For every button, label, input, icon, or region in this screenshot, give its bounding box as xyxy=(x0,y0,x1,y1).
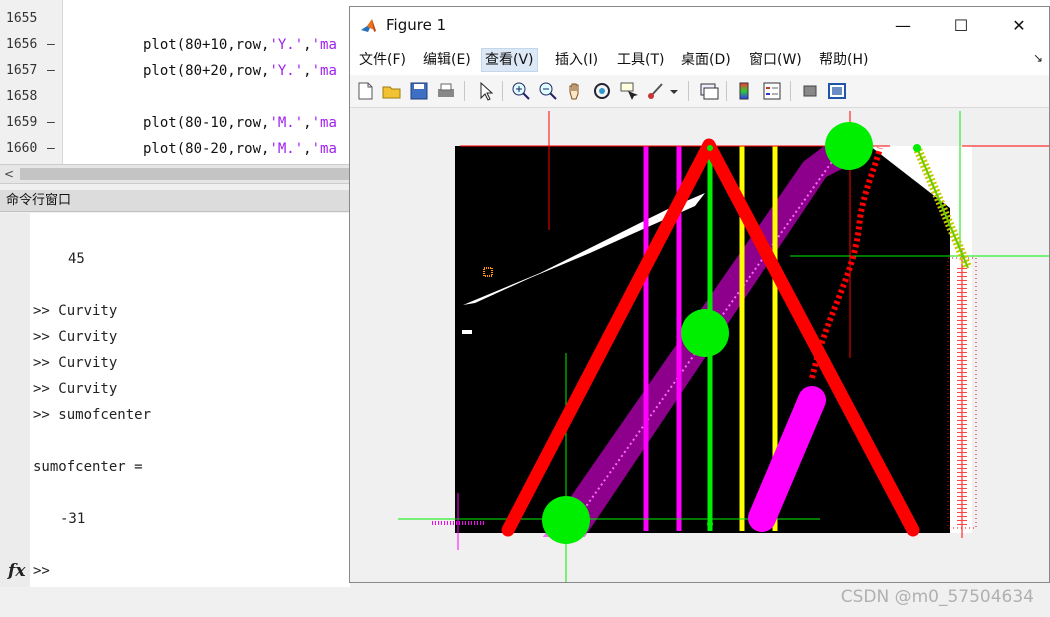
close-button[interactable]: ✕ xyxy=(996,7,1042,45)
command-window[interactable]: 45 >> Curvity >> Curvity >> Curvity >> C… xyxy=(0,213,350,587)
print-icon[interactable] xyxy=(435,80,457,102)
line-number: 1655 xyxy=(6,11,38,26)
code-token: plot(80+10,row, xyxy=(143,37,270,53)
open-file-icon[interactable] xyxy=(381,80,403,102)
code-string: 'ma xyxy=(311,63,337,79)
toolbar-separator xyxy=(464,81,465,101)
data-cursor-icon[interactable] xyxy=(618,80,640,102)
show-tools-icon[interactable] xyxy=(826,80,848,102)
colorbar-icon[interactable] xyxy=(734,80,756,102)
code-token: plot(80-20,row, xyxy=(143,141,270,157)
line-number: 1659 xyxy=(6,115,38,130)
menu-desktop[interactable]: 桌面(D) xyxy=(678,49,734,71)
code-text: plot(80-10,row,'M.','ma xyxy=(143,110,337,136)
fx-icon[interactable]: fx xyxy=(8,561,25,581)
code-token: plot(80-10,row, xyxy=(143,115,270,131)
history-line: >> Curvity xyxy=(33,329,118,345)
history-line: >> Curvity xyxy=(33,355,118,371)
rotate-3d-icon[interactable] xyxy=(591,80,613,102)
pointer-icon[interactable] xyxy=(474,80,496,102)
link-plot-icon[interactable] xyxy=(698,80,720,102)
code-string: 'Y.' xyxy=(269,37,304,53)
code-text: plot(80+10,row,'Y.','ma xyxy=(143,32,337,58)
hide-tools-icon[interactable] xyxy=(799,80,821,102)
figure-title-bar[interactable]: Figure 1 — ☐ ✕ xyxy=(350,7,1049,45)
line-number: 1656 xyxy=(6,37,38,52)
breakpoint-dash[interactable]: — xyxy=(47,136,55,162)
command-prompt[interactable]: >> xyxy=(33,563,50,579)
brush-icon[interactable] xyxy=(645,80,667,102)
menu-window[interactable]: 窗口(W) xyxy=(746,49,805,71)
green-dot xyxy=(707,145,713,151)
matlab-logo-icon xyxy=(360,17,378,35)
breakpoint-dash[interactable]: — xyxy=(47,58,55,84)
green-circle-middle xyxy=(681,309,729,357)
legend-icon[interactable] xyxy=(761,80,783,102)
save-icon[interactable] xyxy=(408,80,430,102)
scroll-left-icon[interactable]: < xyxy=(2,165,16,183)
code-string: 'M.' xyxy=(269,141,304,157)
command-window-gutter xyxy=(0,213,30,587)
figure-plot[interactable] xyxy=(350,108,1049,582)
line-number: 1657 xyxy=(6,63,38,78)
menu-help[interactable]: 帮助(H) xyxy=(816,49,871,71)
command-window-title: 命令行窗口 xyxy=(0,190,350,212)
figure-toolbar xyxy=(350,75,1049,108)
zoom-in-icon[interactable] xyxy=(510,80,532,102)
green-dot xyxy=(913,144,921,152)
breakpoint-dash[interactable]: — xyxy=(47,32,55,58)
toolbar-separator xyxy=(502,81,503,101)
code-token: , xyxy=(303,115,312,131)
green-circle-top xyxy=(825,122,873,170)
code-string: 'ma xyxy=(311,141,337,157)
minimize-button[interactable]: — xyxy=(880,7,926,45)
green-dot xyxy=(707,521,713,527)
image-left-dark xyxy=(455,148,462,283)
code-token: , xyxy=(303,37,312,53)
code-string: 'ma xyxy=(311,115,337,131)
code-text: plot(80+20,row,'Y.','ma xyxy=(143,58,337,84)
line-number: 1658 xyxy=(6,89,38,104)
breakpoint-dash[interactable]: — xyxy=(47,110,55,136)
code-string: 'ma xyxy=(311,37,337,53)
plot-area[interactable] xyxy=(350,108,1049,582)
code-string: 'M.' xyxy=(269,115,304,131)
watermark: CSDN @m0_57504634 xyxy=(840,587,1034,607)
menu-edit[interactable]: 编辑(E) xyxy=(420,49,474,71)
figure-title: Figure 1 xyxy=(386,16,447,34)
menu-insert[interactable]: 插入(I) xyxy=(552,49,601,71)
history-line: >> sumofcenter xyxy=(33,407,152,423)
image-left-edge xyxy=(455,278,463,533)
zoom-out-icon[interactable] xyxy=(537,80,559,102)
green-circle-bottom xyxy=(542,496,590,544)
toolbar-separator xyxy=(688,81,689,101)
line-number: 1660 xyxy=(6,141,38,156)
history-line: >> Curvity xyxy=(33,381,118,397)
menu-tools[interactable]: 工具(T) xyxy=(614,49,667,71)
history-line: >> Curvity xyxy=(33,303,118,319)
menu-view[interactable]: 查看(V) xyxy=(481,48,538,72)
toolbar-separator xyxy=(790,81,791,101)
figure-menu-bar: 文件(F) 编辑(E) 查看(V) 插入(I) 工具(T) 桌面(D) 窗口(W… xyxy=(350,45,1049,75)
menu-file[interactable]: 文件(F) xyxy=(356,49,409,71)
code-text: plot(80-20,row,'M.','ma xyxy=(143,136,337,162)
code-token: , xyxy=(303,63,312,79)
output-value: 45 xyxy=(68,251,85,267)
dropdown-arrow-icon[interactable] xyxy=(668,80,680,102)
scrollbar-thumb[interactable] xyxy=(20,168,350,180)
white-dash xyxy=(462,330,472,334)
code-token: plot(80+20,row, xyxy=(143,63,270,79)
result-value: -31 xyxy=(60,511,86,527)
figure-window[interactable]: Figure 1 — ☐ ✕ 文件(F) 编辑(E) 查看(V) 插入(I) 工… xyxy=(349,6,1050,583)
menu-overflow-icon[interactable]: ↘ xyxy=(1033,51,1043,65)
maximize-button[interactable]: ☐ xyxy=(938,7,984,45)
code-token: , xyxy=(303,141,312,157)
toolbar-separator xyxy=(726,81,727,101)
result-label: sumofcenter = xyxy=(33,459,143,475)
new-figure-icon[interactable] xyxy=(354,80,376,102)
code-string: 'Y.' xyxy=(269,63,304,79)
pan-hand-icon[interactable] xyxy=(564,80,586,102)
